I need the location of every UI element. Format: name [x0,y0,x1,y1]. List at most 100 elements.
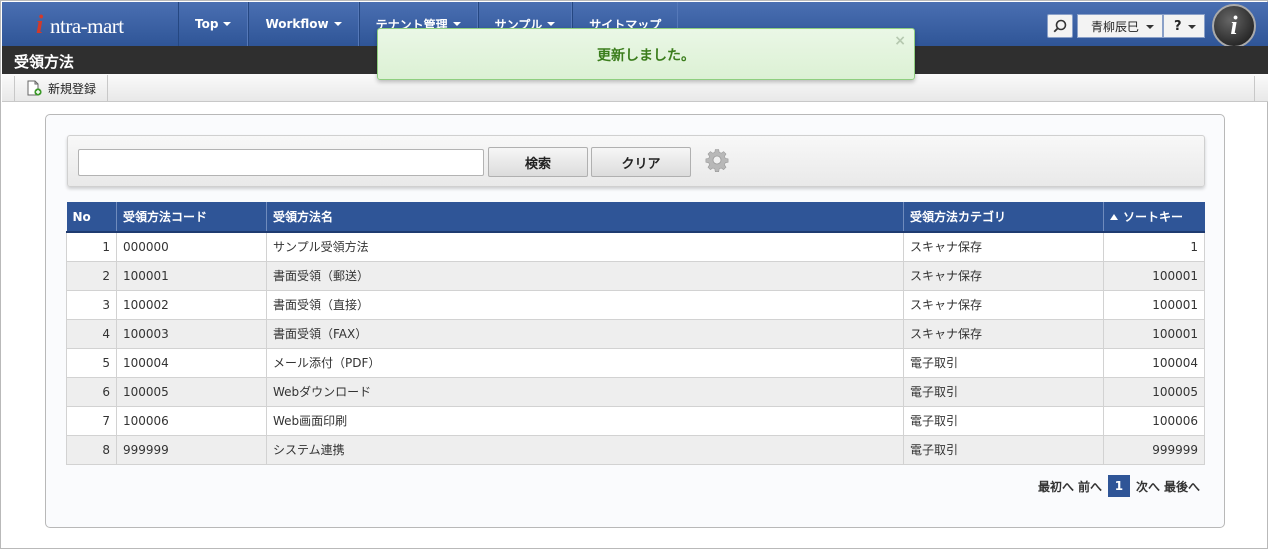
chevron-down-icon [547,22,556,26]
chevron-down-icon [1188,25,1196,29]
search-icon [1053,19,1067,33]
chevron-down-icon [223,22,232,26]
column-header-name[interactable]: 受領方法名 [266,202,904,233]
nav-top-label: Top [195,17,219,31]
pager-next[interactable]: 次へ [1136,478,1160,495]
cell-code: 000000 [116,231,267,262]
intra-mart-badge-icon[interactable]: i [1212,4,1256,48]
cell-name: Webダウンロード [266,376,904,407]
cell-code: 100004 [116,347,267,378]
cell-sort-key: 100001 [1103,260,1205,291]
search-result-panel: 検索 クリア No 受領方法コード 受領方法名 受領方法カテゴリ ソートキー 1… [45,114,1225,528]
help-menu[interactable]: ? [1163,14,1205,38]
chevron-down-icon [1146,25,1154,29]
search-input[interactable] [78,149,484,176]
logo-mark: i [36,10,44,39]
nav-workflow-label: Workflow [265,17,329,31]
search-bar: 検索 クリア [67,135,1205,187]
cell-code: 100005 [116,376,267,407]
pagination: 最初へ 前へ 1 次へ 最後へ [1038,475,1200,497]
cell-code: 100002 [116,289,267,320]
cell-sort-key: 100005 [1103,376,1205,407]
cell-category: 電子取引 [903,347,1104,378]
table-row[interactable]: 4 100003 書面受領（FAX） スキャナ保存 100001 [66,318,1205,349]
cell-no: 2 [66,260,117,291]
table-row[interactable]: 1 000000 サンプル受領方法 スキャナ保存 1 [66,231,1205,262]
cell-sort-key: 100001 [1103,318,1205,349]
cell-no: 8 [66,434,117,465]
new-document-icon [27,80,42,96]
search-button[interactable]: 検索 [488,147,588,177]
table-row[interactable]: 8 999999 システム連携 電子取引 999999 [66,434,1205,465]
table-row[interactable]: 7 100006 Web画面印刷 電子取引 100006 [66,405,1205,436]
cell-name: サンプル受領方法 [266,231,904,262]
pager-first[interactable]: 最初へ [1038,478,1074,495]
cell-sort-key: 100006 [1103,405,1205,436]
cell-category: スキャナ保存 [903,318,1104,349]
cell-code: 100003 [116,318,267,349]
nav-workflow[interactable]: Workflow [248,2,359,46]
sort-key-header-label: ソートキー [1123,210,1184,224]
cell-category: 電子取引 [903,405,1104,436]
table-row[interactable]: 5 100004 メール添付（PDF） 電子取引 100004 [66,347,1205,378]
cell-no: 5 [66,347,117,378]
receipt-method-table: No 受領方法コード 受領方法名 受領方法カテゴリ ソートキー 1 000000… [66,202,1205,465]
cell-no: 3 [66,289,117,320]
cell-no: 1 [66,231,117,262]
column-header-category[interactable]: 受領方法カテゴリ [903,202,1104,233]
gear-icon[interactable] [705,148,729,172]
success-toast: 更新しました。 × [377,28,915,80]
column-header-sort-key[interactable]: ソートキー [1103,202,1205,233]
header-search-button[interactable] [1047,14,1073,38]
table-row[interactable]: 2 100001 書面受領（郵送） スキャナ保存 100001 [66,260,1205,291]
toast-message: 更新しました。 [597,48,695,64]
cell-name: 書面受領（FAX） [266,318,904,349]
cell-name: 書面受領（直接） [266,289,904,320]
toolbar-divider [1254,76,1255,102]
app-window: i ntra-mart Top Workflow テナント管理 サンプル サイト… [0,0,1268,549]
cell-code: 999999 [116,434,267,465]
table-row[interactable]: 3 100002 書面受領（直接） スキャナ保存 100001 [66,289,1205,320]
cell-sort-key: 1 [1103,231,1205,262]
intra-mart-logo[interactable]: i ntra-mart [16,8,166,40]
cell-sort-key: 999999 [1103,434,1205,465]
cell-name: 書面受領（郵送） [266,260,904,291]
cell-name: Web画面印刷 [266,405,904,436]
cell-sort-key: 100001 [1103,289,1205,320]
cell-category: 電子取引 [903,376,1104,407]
new-register-button[interactable]: 新規登録 [16,75,108,101]
toolbar-divider [14,76,15,102]
cell-category: 電子取引 [903,434,1104,465]
cell-category: スキャナ保存 [903,289,1104,320]
table-row[interactable]: 6 100005 Webダウンロード 電子取引 100005 [66,376,1205,407]
logo-text: ntra-mart [50,14,124,38]
cell-category: スキャナ保存 [903,260,1104,291]
user-name: 青柳辰巳 [1091,19,1140,34]
pager-current-page[interactable]: 1 [1107,475,1130,497]
cell-no: 7 [66,405,117,436]
user-menu[interactable]: 青柳辰巳 [1077,14,1163,38]
chevron-down-icon [333,22,342,26]
sort-ascending-icon [1110,214,1118,220]
cell-category: スキャナ保存 [903,231,1104,262]
cell-name: システム連携 [266,434,904,465]
clear-button[interactable]: クリア [591,147,691,177]
pager-last[interactable]: 最後へ [1164,478,1200,495]
cell-code: 100006 [116,405,267,436]
cell-no: 4 [66,318,117,349]
badge-letter: i [1230,11,1238,40]
help-label: ? [1174,18,1182,34]
column-header-code[interactable]: 受領方法コード [116,202,267,233]
cell-sort-key: 100004 [1103,347,1205,378]
table-header-row: No 受領方法コード 受領方法名 受領方法カテゴリ ソートキー [66,202,1205,233]
new-register-label: 新規登録 [48,81,97,96]
pager-prev[interactable]: 前へ [1078,478,1102,495]
column-header-no[interactable]: No [66,202,117,233]
cell-code: 100001 [116,260,267,291]
cell-no: 6 [66,376,117,407]
cell-name: メール添付（PDF） [266,347,904,378]
close-icon[interactable]: × [894,33,906,49]
page-title: 受領方法 [14,53,75,71]
nav-top[interactable]: Top [178,2,249,46]
chevron-down-icon [452,22,461,26]
